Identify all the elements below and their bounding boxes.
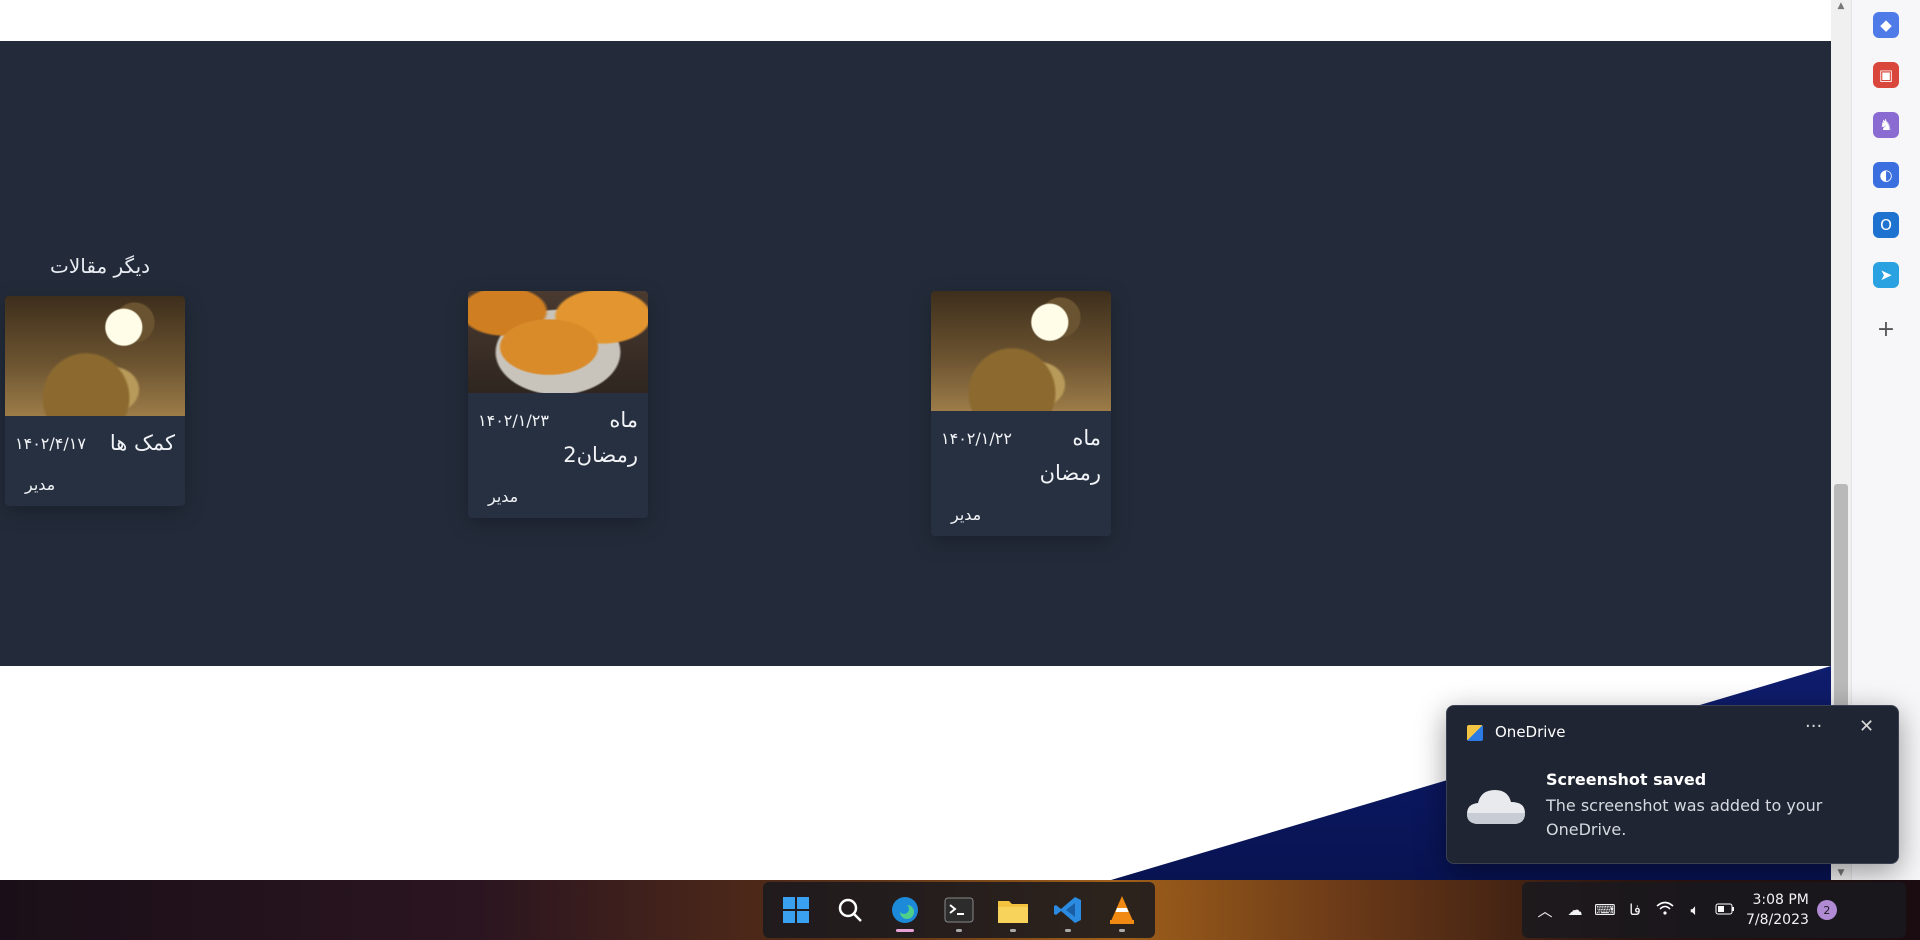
vscode-icon[interactable] [1048,890,1088,932]
copilot-icon[interactable]: ◐ [1873,162,1899,188]
clock[interactable]: 3:08 PM 7/8/2023 [1746,890,1809,930]
onedrive-tray-icon[interactable]: ☁ [1560,901,1590,919]
keyboard-icon[interactable]: ⌨ [1590,901,1620,919]
cloud-icon [1467,790,1525,824]
volume-icon[interactable]: 🔈︎ [1680,901,1710,919]
scroll-up-arrow-icon[interactable]: ▲ [1831,0,1851,14]
toast-body: The screenshot was added to your OneDriv… [1546,796,1823,839]
article-title[interactable]: ماه رمضان2 [558,403,638,473]
file-explorer-icon[interactable] [993,890,1033,932]
notification-badge[interactable]: 2 [1816,900,1837,920]
more-options-icon[interactable]: ··· [1805,716,1822,737]
article-date: ۱۴۰۲/۱/۲۲ [941,429,1012,448]
article-card[interactable]: ماه رمضان2 ۱۴۰۲/۱/۲۳ مدیر [468,291,648,518]
games-icon[interactable]: ♞ [1873,112,1899,138]
article-title[interactable]: کمک ها [110,426,175,461]
windows-taskbar: ︿ ☁ ⌨ فا 🔈︎ 3:08 PM 7/8/2023 2 [0,880,1920,940]
system-tray: ︿ ☁ ⌨ فا 🔈︎ 3:08 PM 7/8/2023 2 [1522,882,1906,938]
toast-title: Screenshot saved [1546,770,1707,789]
send-icon[interactable]: ➤ [1873,262,1899,288]
close-icon[interactable]: ✕ [1859,716,1874,737]
tag-icon[interactable]: ◆ [1873,12,1899,38]
add-icon[interactable]: + [1873,316,1899,342]
clock-date: 7/8/2023 [1746,912,1809,928]
edge-icon[interactable] [885,890,925,932]
scroll-down-arrow-icon[interactable]: ▼ [1831,866,1851,880]
toolbox-icon[interactable]: ▣ [1873,62,1899,88]
taskbar-apps [763,882,1155,938]
other-articles-section: دیگر مقالات کمک ها ۱۴۰۲/۴/۱۷ مدیر ماه رم… [0,41,1831,666]
outlook-icon[interactable]: O [1873,212,1899,238]
onedrive-app-icon [1467,725,1483,741]
article-author: مدیر [951,505,982,524]
article-date: ۱۴۰۲/۱/۲۳ [478,411,549,430]
article-author: مدیر [25,475,56,494]
section-title: دیگر مقالات [50,254,151,278]
article-author: مدیر [488,487,519,506]
clock-time: 3:08 PM [1752,892,1809,908]
windows-start-icon[interactable] [776,890,816,930]
article-image[interactable] [5,296,185,416]
article-title[interactable]: ماه رمضان [1021,421,1101,491]
onedrive-toast[interactable]: OneDrive ··· ✕ Screenshot saved The scre… [1446,705,1899,864]
article-card[interactable]: کمک ها ۱۴۰۲/۴/۱۷ مدیر [5,296,185,506]
article-image[interactable] [468,291,648,393]
search-icon[interactable] [830,890,870,930]
toast-app-name: OneDrive [1495,723,1566,741]
language-indicator[interactable]: فا [1620,901,1650,919]
chevron-up-icon[interactable]: ︿ [1530,900,1560,921]
article-image[interactable] [931,291,1111,411]
vlc-icon[interactable] [1102,890,1142,932]
article-card[interactable]: ماه رمضان ۱۴۰۲/۱/۲۲ مدیر [931,291,1111,536]
article-date: ۱۴۰۲/۴/۱۷ [15,434,86,453]
terminal-icon[interactable] [939,890,979,932]
wifi-icon[interactable] [1650,901,1680,919]
battery-icon[interactable] [1710,901,1740,919]
